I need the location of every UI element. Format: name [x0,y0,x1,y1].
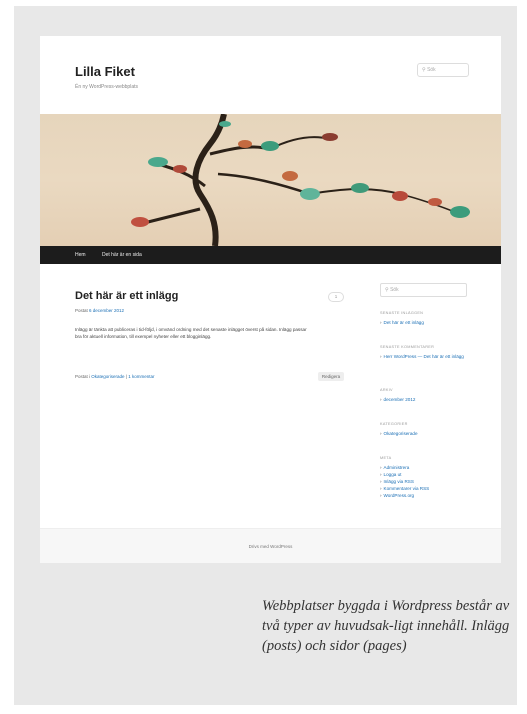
edit-post-button[interactable]: Redigera [318,372,344,381]
widget-title-categories: KATEGORIER [380,422,408,426]
widget-link-text[interactable]: Herr WordPress — Det här är ett inlägg [384,354,464,359]
main-navigation: Hem Det här är en sida [40,246,501,264]
comment-count-bubble[interactable]: 1 [328,292,344,302]
widget-title-archive: ARKIV [380,388,393,392]
site-description: Én ny WordPress-webbplats [75,84,138,90]
sidebar-search-placeholder: Sök [390,287,399,293]
post-date-link[interactable]: 6 december 2012 [89,308,124,313]
widget-link[interactable]: › Kommentarer via RSS [380,486,472,492]
header-image [40,114,501,246]
site-footer: Drivs med WordPress [40,528,501,563]
widget-title-meta: META [380,456,392,460]
post-meta: Postat 6 december 2012 [75,308,124,313]
nav-item-home[interactable]: Hem [75,252,86,258]
site-title[interactable]: Lilla Fiket [75,64,135,79]
post-body: Inlägg är tänkta att publiceras i tid-fö… [75,327,307,339]
widget-link[interactable]: › Inlägg via RSS [380,479,472,485]
bonsai-illustration [131,114,470,246]
post-footer-prefix: Postat i [75,374,92,379]
sidebar-search-input[interactable]: ⚲ Sök [380,283,467,297]
category-link[interactable]: Okategoriserade [91,374,124,379]
post-meta-prefix: Postat [75,308,90,313]
widget-link[interactable]: › Okategoriserade [380,431,472,437]
widget-link-text[interactable]: Administrera [384,465,410,470]
figure-caption: Webbplatser byggda i Wordpress består av… [262,598,510,654]
comment-link[interactable]: 1 kommentar [128,374,154,379]
widget-title-recent-posts: SENASTE INLÄGGEN [380,311,424,315]
footer-credit[interactable]: Drivs med WordPress [40,544,501,549]
widget-link[interactable]: › Logga ut [380,472,472,478]
widget-link-text[interactable]: Okategoriserade [384,431,418,436]
widget-link[interactable]: › WordPress.org [380,493,472,499]
widget-link[interactable]: › Herr WordPress — Det här är ett inlägg [380,354,472,360]
widget-link-text[interactable]: december 2012 [384,397,416,402]
nav-item-sample-page[interactable]: Det här är en sida [102,252,142,258]
widget-link-text[interactable]: Det här är ett inlägg [384,320,424,325]
widget-link[interactable]: › december 2012 [380,397,472,403]
widget-link-text[interactable]: Kommentarer via RSS [384,486,430,491]
widget-link-text[interactable]: Inlägg via RSS [384,479,414,484]
wordpress-site: Lilla Fiket Én ny WordPress-webbplats ⚲ … [40,36,501,563]
header-search-input[interactable]: ⚲ Sök [417,63,469,77]
widget-link-text[interactable]: Logga ut [384,472,402,477]
post-footer: Postat i Okategoriserade | 1 kommentar [75,374,154,379]
header-search-placeholder: Sök [427,67,436,73]
post-title[interactable]: Det här är ett inlägg [75,290,178,302]
widget-link[interactable]: › Det här är ett inlägg [380,320,472,326]
widget-link[interactable]: › Administrera [380,465,472,471]
widget-title-recent-comments: SENASTE KOMMENTARER [380,345,435,349]
widget-link-text[interactable]: WordPress.org [384,493,415,498]
